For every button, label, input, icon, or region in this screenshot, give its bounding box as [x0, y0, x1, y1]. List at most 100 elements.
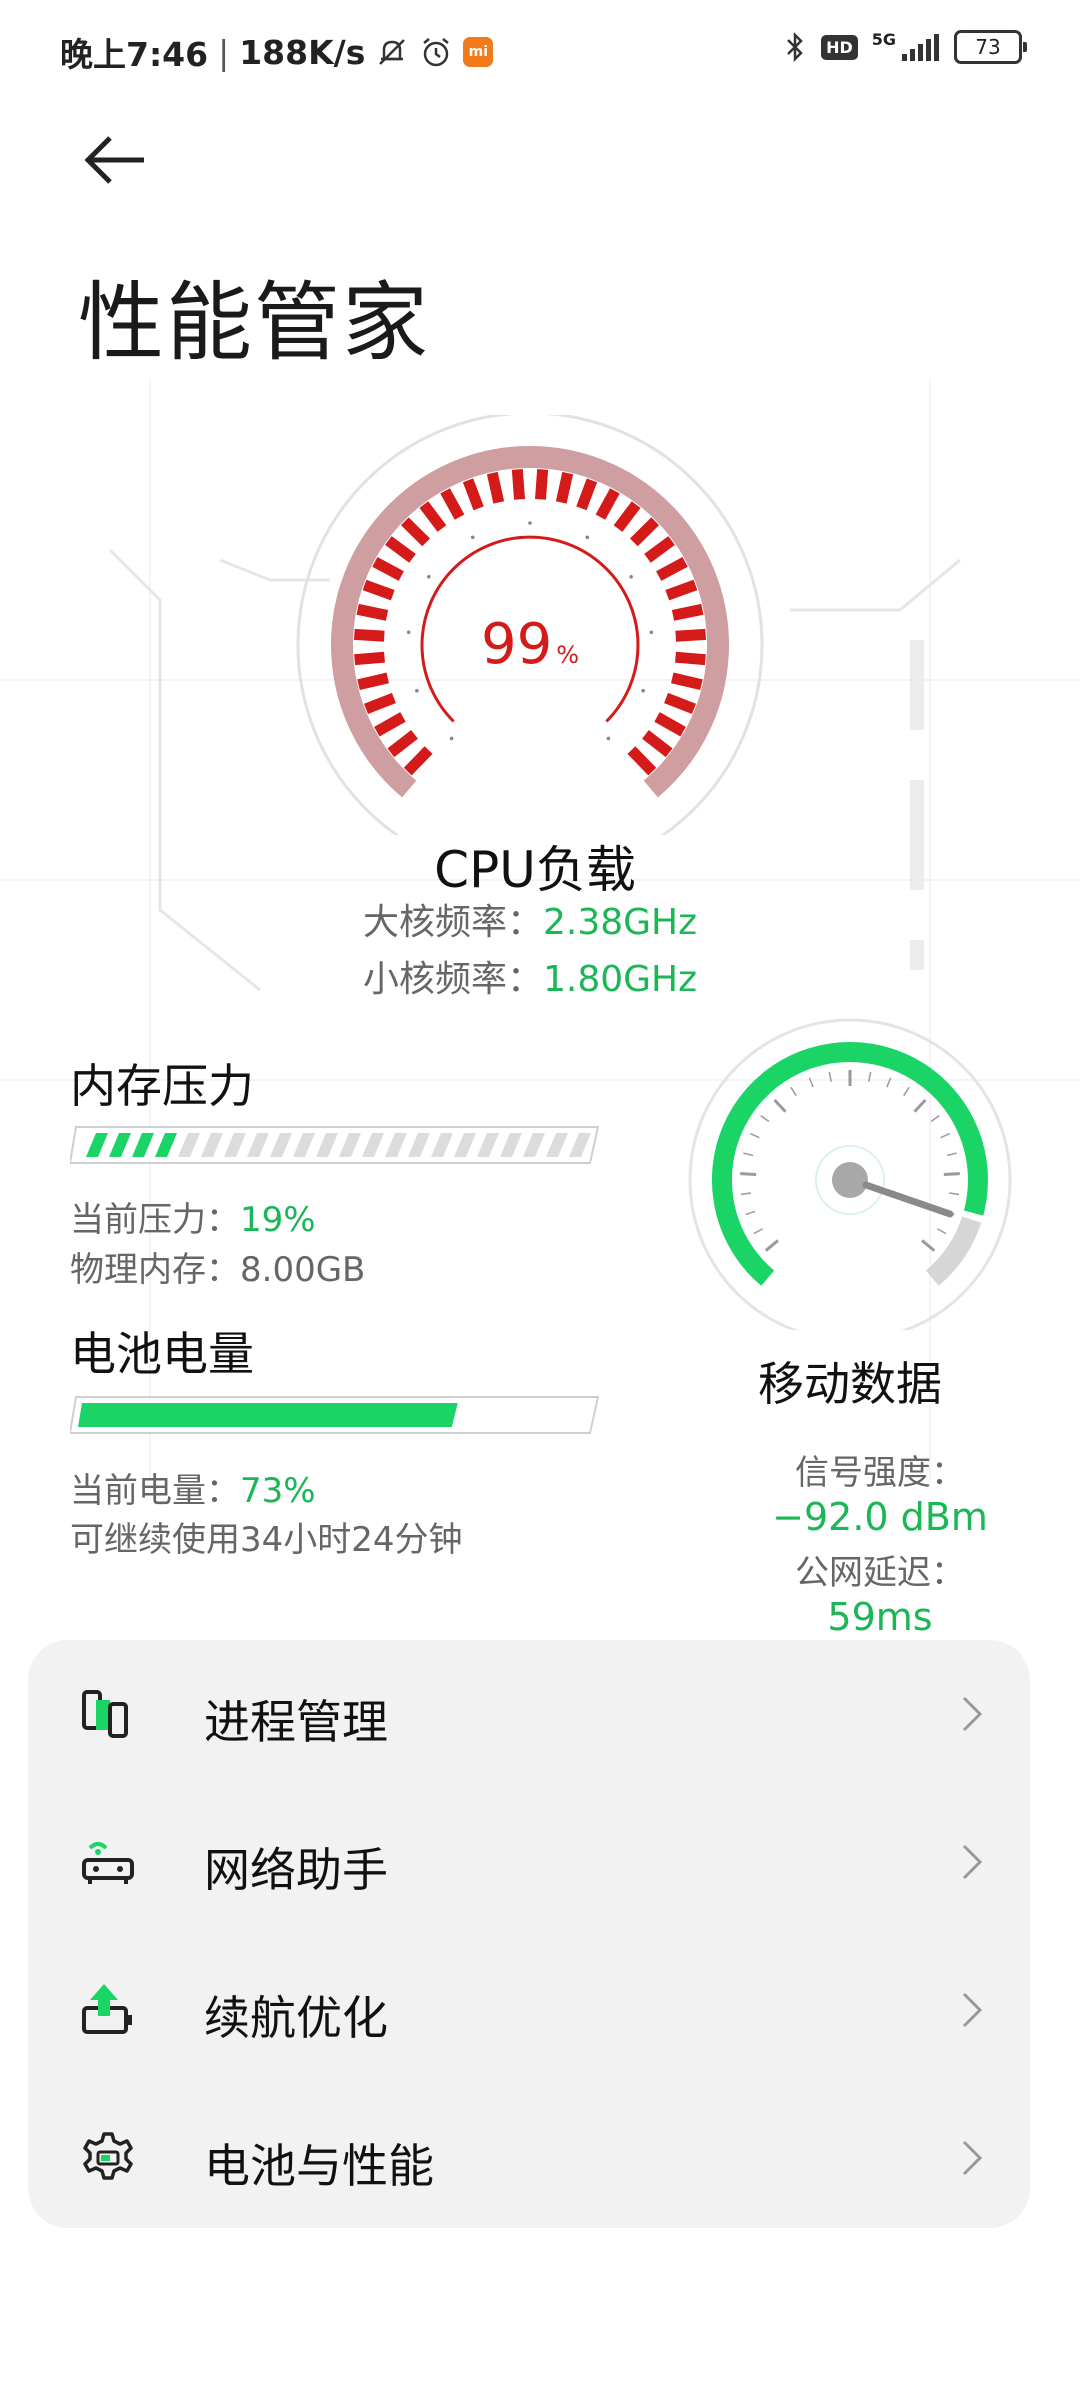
- mobile-data-gauge-tick: [903, 1086, 910, 1097]
- mobile-data-title: 移动数据: [758, 1357, 942, 1411]
- small-core-frequency: 小核频率：1.80GHz: [0, 950, 1060, 1002]
- mobile-data-gauge-tick: [828, 1071, 832, 1082]
- menu-item-label: 网络助手: [204, 1843, 388, 1897]
- cpu-gauge-scale-tick: [629, 574, 633, 579]
- menu-item-label: 续航优化: [204, 1991, 388, 2045]
- cpu-gauge-segment: [385, 536, 416, 563]
- alarm-icon: [423, 38, 450, 67]
- chevron-right-icon: [962, 1844, 983, 1880]
- cpu-gauge-segment: [644, 536, 675, 563]
- cpu-gauge-segment: [511, 469, 525, 500]
- mobile-data-gauge-tick: [940, 1132, 951, 1139]
- mobile-data-gauge-tick: [913, 1098, 927, 1113]
- status-time: 晚上7:46: [60, 35, 209, 74]
- cpu-gauge-segment: [664, 692, 697, 714]
- mobile-data-gauge-tick: [773, 1098, 787, 1113]
- physical-memory-info: 物理内存：8.00GB: [70, 1242, 365, 1291]
- cpu-load-value: 99%: [290, 612, 770, 677]
- mobile-data-gauge-tick: [745, 1210, 756, 1216]
- mobile-data-gauge-tick: [740, 1192, 751, 1196]
- cpu-gauge-segment: [671, 672, 703, 691]
- status-left: 晚上7:46 | 188K/s mi: [60, 28, 494, 76]
- chevron-right-icon: [962, 1696, 983, 1732]
- mobile-data-gauge-tick: [790, 1086, 797, 1097]
- cpu-gauge-scale-tick: [528, 521, 532, 525]
- back-arrow-icon[interactable]: [80, 130, 150, 190]
- battery-section-title: 电池电量: [70, 1327, 254, 1381]
- battery-boost-icon: [82, 1984, 132, 2034]
- cpu-gauge-segment: [440, 488, 465, 520]
- menu-item-battery-and-performance[interactable]: 电池与性能: [28, 2084, 1030, 2232]
- big-core-label: 大核频率：: [362, 902, 543, 943]
- big-core-value: 2.38GHz: [542, 902, 698, 943]
- mobile-data-gauge: [688, 1018, 1012, 1330]
- menu-item-label: 电池与性能: [204, 2139, 434, 2193]
- signal-icon: [902, 34, 939, 61]
- cpu-gauge-scale-tick: [470, 535, 475, 540]
- cpu-gauge-segment: [656, 557, 688, 581]
- mobile-data-gauge-tick: [943, 1172, 960, 1177]
- cpu-gauge-segment: [372, 557, 404, 581]
- mobile-data-gauge-tick: [753, 1228, 764, 1235]
- cpu-load-label: CPU负载: [434, 841, 636, 899]
- cpu-gauge-segment: [403, 746, 433, 776]
- mobile-data-gauge-tick: [949, 1192, 960, 1196]
- small-core-label: 小核频率：: [362, 959, 543, 1000]
- cpu-gauge-segment: [629, 517, 660, 547]
- memory-pressure-bar: [70, 1126, 600, 1164]
- mobile-data-gauge-tick: [760, 1114, 770, 1123]
- latency-label: 公网延迟：: [795, 1553, 965, 1593]
- battery-level-label: 当前电量：: [70, 1471, 240, 1511]
- cpu-gauge-segment: [613, 501, 641, 532]
- status-separator: |: [218, 32, 230, 72]
- memory-pressure-info: 当前压力：19%: [70, 1192, 316, 1241]
- battery-remaining-time: 可继续使用34小时24分钟: [70, 1520, 463, 1560]
- signal-strength-label: 信号强度：: [795, 1453, 965, 1493]
- cpu-gauge-scale-tick: [641, 688, 645, 693]
- cpu-gauge-segment: [419, 501, 447, 532]
- mobile-data-gauge-tick: [740, 1172, 757, 1177]
- mobile-data-gauge-tick: [886, 1077, 892, 1088]
- menu-card: 进程管理 网络助手 续航优化 电池与性能: [28, 1640, 1030, 2228]
- signal-strength-value: −92.0 dBm: [772, 1495, 988, 1539]
- process-icon: [82, 1690, 128, 1738]
- cpu-load-unit: %: [556, 641, 580, 669]
- gear-icon: [83, 2132, 133, 2180]
- cpu-gauge-segment: [486, 471, 505, 504]
- mobile-data-gauge-tick: [930, 1114, 940, 1123]
- cpu-gauge-segment: [462, 478, 484, 511]
- cpu-gauge-segment: [576, 478, 598, 511]
- cpu-gauge-segment: [555, 471, 574, 504]
- mobile-data-gauge-tick: [936, 1228, 947, 1235]
- status-bar: 晚上7:46 | 188K/s mi HD 5G 73: [0, 0, 1080, 100]
- cpu-gauge-segment: [362, 579, 395, 601]
- hd-badge: HD: [821, 34, 858, 60]
- mobile-data-gauge-tick: [749, 1132, 760, 1139]
- router-icon: [82, 1842, 134, 1884]
- page-title: 性能管家: [78, 273, 430, 373]
- mobile-data-gauge-tick: [808, 1077, 814, 1088]
- physical-memory-label: 物理内存：: [70, 1250, 240, 1290]
- battery-level-fill: [78, 1403, 458, 1427]
- cpu-gauge-scale-tick: [449, 736, 454, 741]
- status-net-speed: 188K/s: [239, 32, 366, 72]
- cpu-gauge-scale-tick: [585, 535, 590, 540]
- mobile-data-gauge-tick: [764, 1239, 779, 1252]
- menu-item-label: 进程管理: [204, 1695, 388, 1749]
- menu-item-process-management[interactable]: 进程管理: [28, 1640, 1030, 1788]
- battery-icon: 73: [954, 30, 1027, 64]
- small-core-value: 1.80GHz: [542, 959, 698, 1000]
- menu-item-network-assistant[interactable]: 网络助手: [28, 1788, 1030, 1936]
- cpu-load-number: 99: [480, 612, 553, 677]
- mobile-data-gauge-tick: [743, 1152, 754, 1157]
- big-core-frequency: 大核频率：2.38GHz: [0, 893, 1060, 945]
- cpu-gauge-segment: [374, 712, 406, 737]
- physical-memory-value: 8.00GB: [240, 1250, 366, 1290]
- menu-item-battery-optimization[interactable]: 续航优化: [28, 1936, 1030, 2084]
- mobile-data-gauge-tick: [868, 1071, 872, 1082]
- cpu-gauge-scale-tick: [415, 688, 419, 693]
- cpu-gauge-segment: [595, 488, 620, 520]
- mute-bell-icon: [379, 39, 406, 65]
- network-type-label: 5G: [871, 29, 896, 49]
- battery-level-bar: [70, 1396, 600, 1434]
